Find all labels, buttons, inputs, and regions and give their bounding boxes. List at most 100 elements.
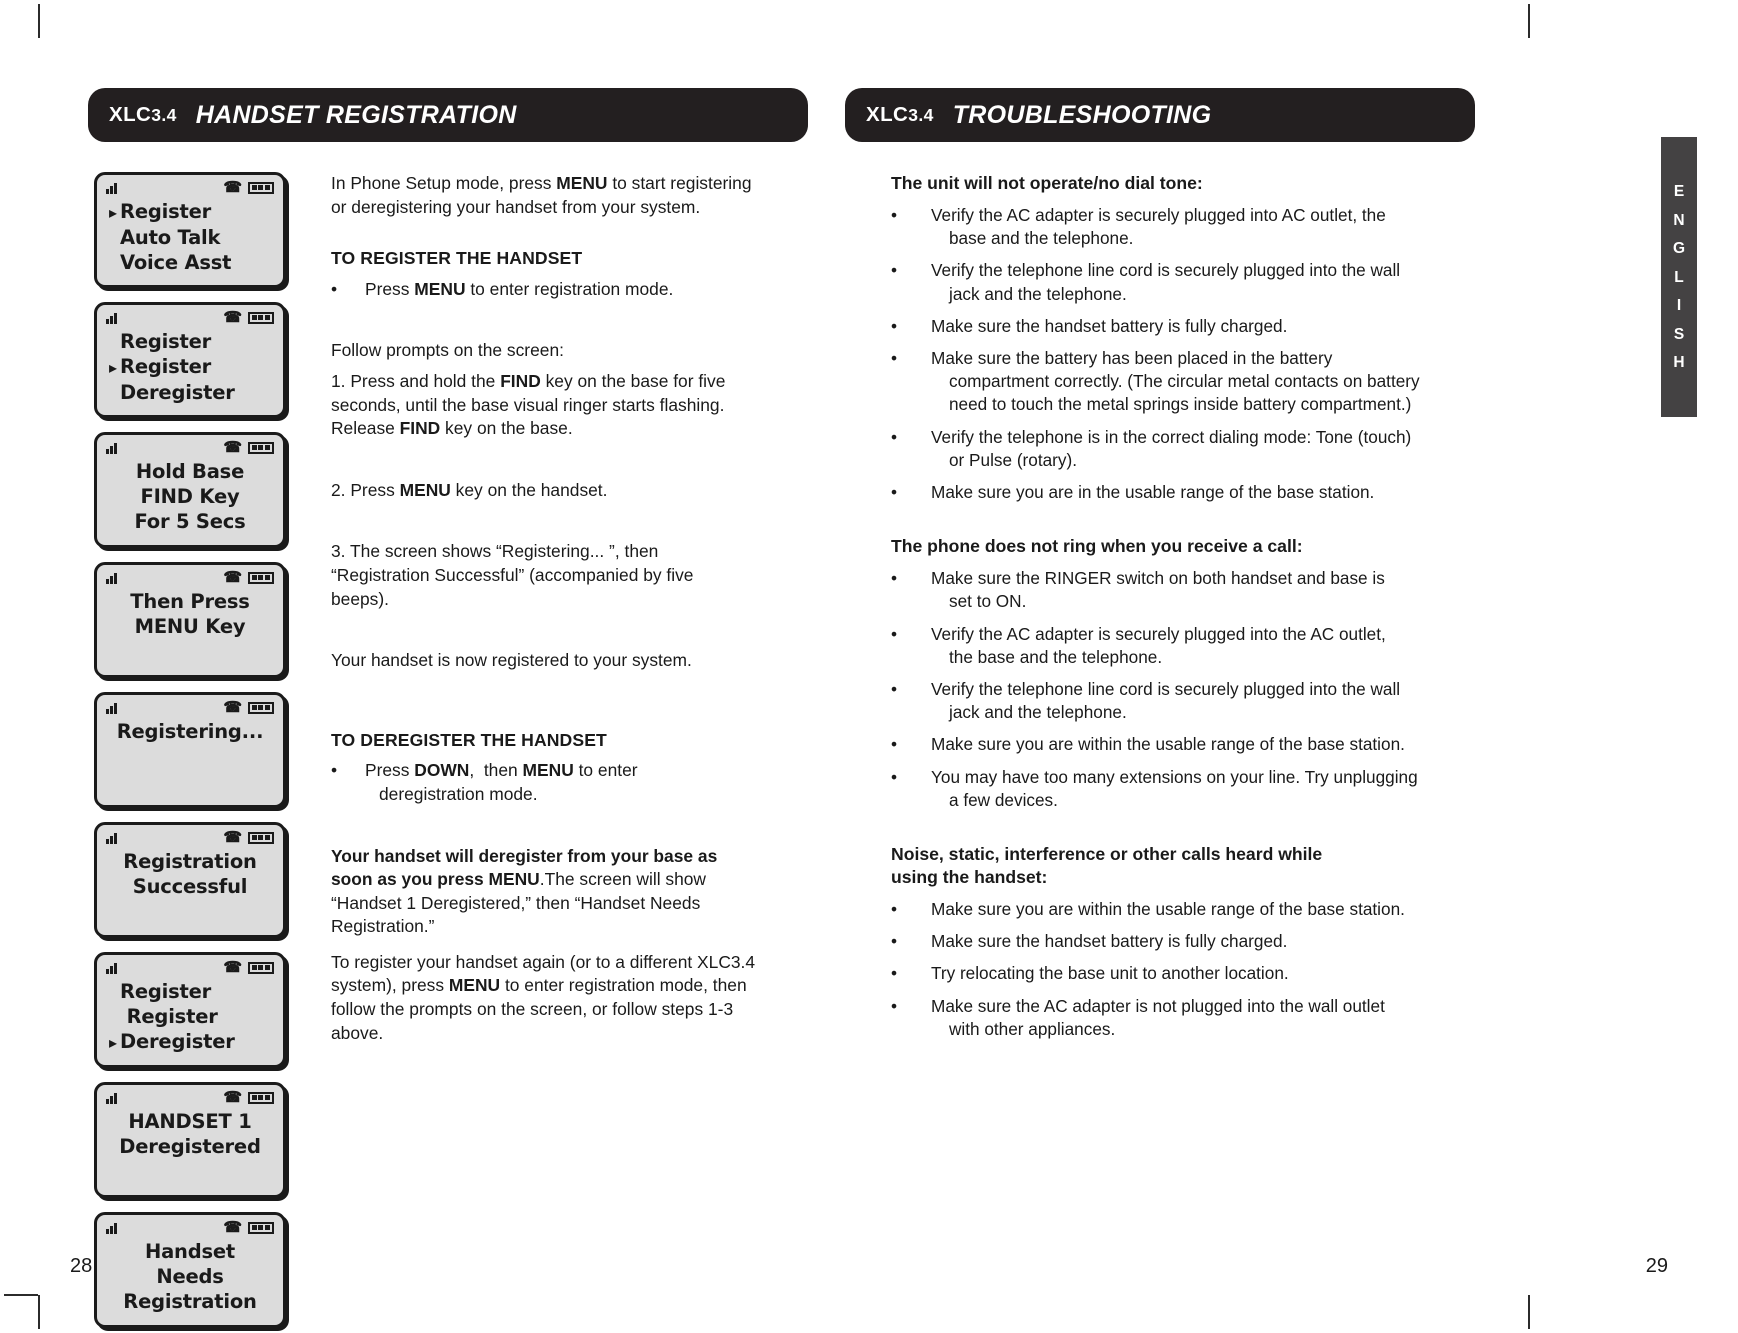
- battery-icon: [248, 701, 274, 714]
- lcd-screen-handset-deregistered: ☎ HANDSET 1 Deregistered: [94, 1082, 286, 1198]
- lcd-screen-handset-needs-registration: ☎ Handset Needs Registration: [94, 1212, 286, 1328]
- troubleshooting-section: The phone does not ring when you receive…: [891, 535, 1475, 812]
- troubleshooting-item-text: Try relocating the base unit to another …: [931, 963, 1289, 984]
- lcd-text-line: Register: [120, 1005, 218, 1028]
- troubleshooting-item-text: Verify the AC adapter is securely plugge…: [931, 205, 1386, 249]
- crop-mark-bottom-left: [38, 1295, 40, 1329]
- troubleshooting-item-text: Verify the telephone is in the correct d…: [931, 426, 1412, 470]
- lcd-text-line: [106, 744, 274, 769]
- signal-bars-icon: [106, 701, 117, 714]
- lcd-status-bar: ☎: [106, 1219, 274, 1238]
- lcd-screen-stack: ☎RegisterAuto TalkVoice Asst☎RegisterReg…: [94, 172, 286, 1333]
- battery-icon: [248, 1221, 274, 1234]
- signal-bars-icon: [106, 1091, 117, 1104]
- battery-icon: [248, 441, 274, 454]
- handset-registration-banner: XLC3.4 HANDSET REGISTRATION: [88, 88, 808, 142]
- bullet-glyph: •: [331, 760, 338, 781]
- lcd-screen-deregister-submenu: ☎Register RegisterDeregister: [94, 952, 286, 1068]
- troubleshooting-item-text: Make sure you are within the usable rang…: [931, 899, 1405, 920]
- ringer-icon: ☎: [223, 439, 242, 456]
- troubleshooting-item: • Make sure you are within the usable ran…: [891, 898, 1475, 921]
- troubleshooting-item-text: Make sure you are in the usable range of…: [931, 482, 1375, 503]
- bullet-glyph: •: [891, 679, 898, 700]
- bullet-glyph: •: [891, 568, 898, 589]
- page-number-left: 28: [70, 1255, 93, 1277]
- to-register-heading: TO REGISTER THE HANDSET: [331, 248, 583, 269]
- deregister-note: Your handset will deregister from your b…: [331, 845, 718, 937]
- troubleshooting-item-text: Verify the telephone line cord is secure…: [931, 679, 1401, 723]
- bullet-glyph: •: [891, 482, 898, 503]
- right-page-column: XLC3.4 TROUBLESHOOTING The unit will not…: [845, 88, 1475, 1050]
- banner-model-left: XLC3.4: [109, 103, 177, 126]
- ringer-icon: ☎: [223, 959, 242, 976]
- lcd-status-bar: ☎: [106, 570, 274, 588]
- troubleshooting-item-text: Make sure the battery has been placed in…: [931, 348, 1420, 415]
- banner-section-left: HANDSET REGISTRATION: [195, 100, 517, 129]
- bullet-glyph: •: [891, 315, 898, 336]
- troubleshooting-list: • Make sure you are within the usable ran…: [891, 898, 1475, 1041]
- troubleshooting-list: • Verify the AC adapter is securely plugg…: [891, 204, 1475, 504]
- troubleshooting-item: • Verify the AC adapter is securely plugg…: [891, 623, 1475, 669]
- troubleshooting-item: • You may have too many extensions on you…: [891, 766, 1475, 812]
- lcd-screen-register-submenu: ☎RegisterRegisterDeregister: [94, 302, 286, 418]
- lcd-status-bar: ☎: [106, 699, 274, 718]
- register-bullet: • Press MENU to enter registration mode.: [331, 278, 756, 302]
- troubleshooting-banner: XLC3.4 TROUBLESHOOTING: [845, 88, 1475, 142]
- troubleshooting-item: • Try relocating the base unit to another…: [891, 962, 1475, 985]
- lcd-text-line: Then Press: [130, 590, 250, 613]
- lcd-screen-then-press-menu: ☎ Then Press MENU Key: [94, 562, 286, 678]
- troubleshooting-heading: The phone does not ring when you receive…: [891, 536, 1303, 557]
- troubleshooting-item: • Verify the telephone is in the correct …: [891, 426, 1475, 472]
- ringer-icon: ☎: [223, 1219, 242, 1236]
- bullet-glyph: •: [891, 995, 898, 1016]
- lcd-status-bar: ☎: [106, 310, 274, 328]
- troubleshooting-heading: The unit will not operate/no dial tone:: [891, 173, 1203, 193]
- crop-mark-left-edge: [4, 1294, 38, 1296]
- troubleshooting-item-text: You may have too many extensions on your…: [931, 766, 1418, 810]
- banner-model-right: XLC3.4: [866, 103, 934, 126]
- troubleshooting-item: • Make sure the handset battery is fully …: [891, 930, 1475, 953]
- lcd-text-line: Voice Asst: [120, 251, 232, 274]
- step-3: 3. The screen shows “Registering... ”, t…: [331, 541, 694, 609]
- deregister-bullet-text: Press DOWN, then MENU to enter deregistra…: [365, 760, 638, 804]
- lcd-text-line: Auto Talk: [120, 226, 221, 249]
- lcd-status-bar: ☎: [106, 959, 274, 978]
- lcd-status-bar: ☎: [106, 1090, 274, 1108]
- signal-bars-icon: [106, 571, 117, 584]
- troubleshooting-item: • Make sure the battery has been placed i…: [891, 347, 1475, 417]
- bullet-glyph: •: [331, 278, 338, 299]
- bullet-glyph: •: [891, 931, 898, 952]
- crop-mark-top-right: [1528, 4, 1530, 38]
- side-tab-letter: S: [1673, 325, 1685, 343]
- battery-icon: [248, 831, 274, 844]
- bullet-glyph: •: [891, 734, 898, 755]
- lcd-text-line: Handset: [144, 1240, 236, 1263]
- lcd-text-line: Register: [120, 980, 212, 1003]
- lcd-status-bar: ☎: [106, 180, 274, 198]
- battery-icon: [248, 961, 274, 974]
- troubleshooting-item-text: Make sure the RINGER switch on both hand…: [931, 568, 1385, 612]
- left-page-column: XLC3.4 HANDSET REGISTRATION ☎ Register Aut…: [88, 88, 808, 1328]
- intro-paragraph: In Phone Setup mode, press MENU to start…: [331, 173, 752, 217]
- troubleshooting-item: • Make sure the AC adapter is not plugged…: [891, 995, 1475, 1041]
- bullet-glyph: •: [891, 963, 898, 984]
- lcd-text-line: Registration: [123, 850, 257, 873]
- lcd-text-line: Registration: [123, 1290, 257, 1313]
- troubleshooting-item: • Make sure you are in the usable range o…: [891, 481, 1475, 504]
- bullet-glyph: •: [891, 260, 898, 281]
- lcd-text-line: HANDSET 1: [128, 1110, 252, 1133]
- bullet-glyph: •: [891, 426, 898, 447]
- crop-mark-bottom-right: [1528, 1295, 1530, 1329]
- side-tab-letter: L: [1674, 268, 1684, 286]
- deregister-bullet: • Press DOWN, then MENU to enter deregist…: [331, 759, 756, 806]
- lcd-text-line: Register: [120, 330, 212, 353]
- ringer-icon: ☎: [223, 699, 242, 716]
- register-bullet-text: Press MENU to enter registration mode.: [365, 278, 674, 299]
- troubleshooting-item: • Verify the telephone line cord is secur…: [891, 678, 1475, 724]
- side-tab-letter: H: [1673, 354, 1685, 371]
- troubleshooting-item-text: Make sure the AC adapter is not plugged …: [931, 995, 1385, 1039]
- troubleshooting-item-text: Verify the AC adapter is securely plugge…: [931, 623, 1386, 667]
- lcd-text-line: [106, 769, 274, 794]
- lcd-text-line: [106, 899, 274, 924]
- ringer-icon: ☎: [223, 829, 242, 846]
